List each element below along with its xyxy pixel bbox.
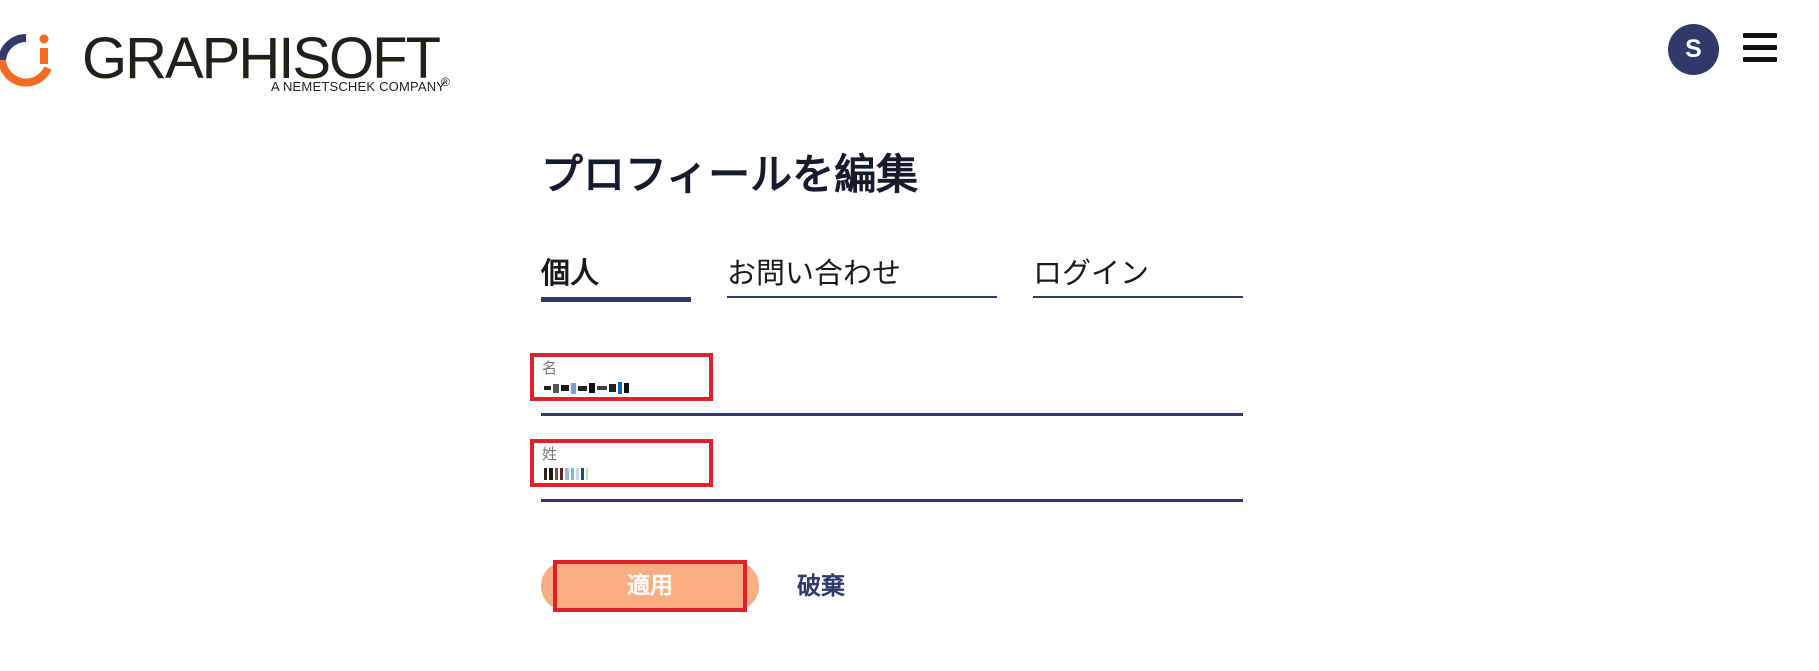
apply-button[interactable]: 適用 — [541, 560, 759, 612]
hamburger-line — [1743, 57, 1777, 62]
first-name-label: 名 — [542, 359, 558, 377]
tab-login-underline — [1033, 296, 1243, 298]
first-name-field[interactable]: 名 — [530, 353, 1243, 416]
tab-contact-label: お問い合わせ — [727, 256, 902, 290]
tab-personal-underline — [541, 297, 691, 302]
page: GRAPHISOFT ® A NEMETSCHEK COMPANY S プロフィー… — [0, 0, 1819, 671]
discard-button[interactable]: 破棄 — [797, 566, 845, 606]
logo-subtitle: A NEMETSCHEK COMPANY — [271, 79, 446, 94]
tab-contact-underline — [727, 296, 997, 298]
last-name-value-redacted — [544, 466, 588, 482]
user-avatar[interactable]: S — [1668, 24, 1719, 75]
graphisoft-logo[interactable]: GRAPHISOFT ® A NEMETSCHEK COMPANY — [0, 18, 460, 98]
first-name-underline — [541, 413, 1243, 416]
tab-login-label: ログイン — [1033, 256, 1150, 290]
apply-button-label: 適用 — [627, 573, 673, 599]
hamburger-line — [1743, 33, 1777, 38]
last-name-field[interactable]: 姓 — [530, 439, 1243, 502]
tab-personal-label: 個人 — [541, 256, 600, 290]
hamburger-menu-icon[interactable] — [1743, 33, 1777, 63]
tab-login[interactable]: ログイン — [1033, 250, 1243, 298]
hamburger-line — [1743, 45, 1777, 50]
first-name-value-redacted — [544, 380, 629, 396]
page-title: プロフィールを編集 — [541, 150, 919, 199]
last-name-label: 姓 — [542, 445, 558, 463]
tab-personal[interactable]: 個人 — [541, 250, 691, 302]
graphisoft-logo-mark-icon — [0, 33, 52, 87]
tab-contact[interactable]: お問い合わせ — [727, 250, 997, 298]
last-name-underline — [541, 499, 1243, 502]
